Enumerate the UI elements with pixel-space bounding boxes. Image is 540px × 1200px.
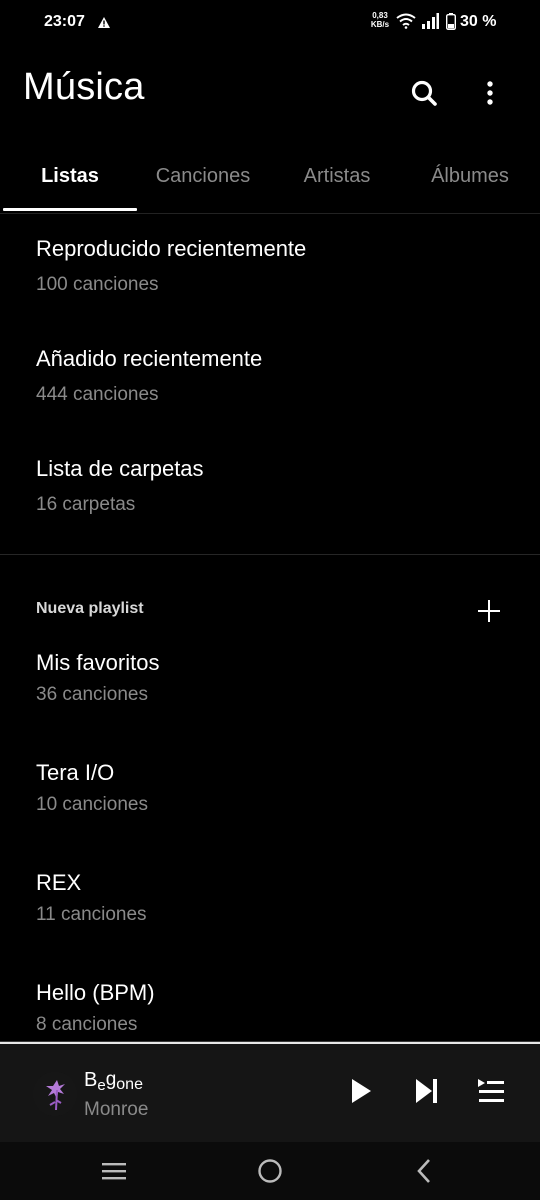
playlist-title: Mis favoritos (36, 650, 160, 675)
status-bar: 23:07 0,83 KB/s 30 % (0, 0, 540, 44)
battery-percent: 30 % (460, 13, 497, 30)
search-button[interactable] (405, 74, 443, 112)
queue-button[interactable] (474, 1074, 508, 1108)
playlist-item-rex[interactable]: REX 11 canciones (36, 870, 496, 926)
now-playing-title: Begone (84, 1069, 143, 1094)
tab-bar: Listas Canciones Artistas Álbumes (0, 140, 540, 214)
mini-player-progress (0, 1042, 540, 1044)
system-nav-bar (0, 1142, 540, 1200)
skip-next-button[interactable] (410, 1074, 444, 1108)
play-button[interactable] (344, 1074, 378, 1108)
list-item-title: Lista de carpetas (36, 456, 204, 481)
list-item-title: Añadido recientemente (36, 346, 263, 371)
more-vert-icon (487, 81, 493, 105)
playlist-item-hello-bpm[interactable]: Hello (BPM) 8 canciones (36, 980, 496, 1036)
section-divider (0, 554, 540, 555)
battery-icon (445, 13, 457, 35)
active-tab-indicator (3, 208, 137, 211)
alert-icon (98, 15, 110, 33)
back-icon (417, 1159, 430, 1183)
tab-artistas[interactable]: Artistas (270, 140, 404, 212)
new-playlist-label[interactable]: Nueva playlist (36, 600, 144, 618)
list-item-count: 16 carpetas (36, 494, 136, 515)
title-part: B (84, 1069, 98, 1091)
queue-icon (478, 1079, 504, 1102)
list-item-recently-played[interactable]: Reproducido recientemente 100 canciones (36, 236, 496, 296)
playlist-count: 36 canciones (36, 684, 148, 705)
list-item-count: 100 canciones (36, 274, 159, 295)
playlist-count: 8 canciones (36, 1014, 138, 1035)
network-speed-unit: KB/s (370, 20, 390, 29)
recent-apps-button[interactable] (94, 1156, 134, 1186)
album-art (33, 1072, 77, 1116)
playlist-count: 10 canciones (36, 794, 148, 815)
list-item-count: 444 canciones (36, 384, 159, 405)
tab-canciones[interactable]: Canciones (137, 140, 269, 212)
skip-next-icon (416, 1079, 437, 1103)
playlist-title: Hello (BPM) (36, 980, 155, 1005)
tab-albumes[interactable]: Álbumes (404, 140, 536, 212)
list-item-recently-added[interactable]: Añadido recientemente 444 canciones (36, 346, 496, 406)
network-speed: 0,83 KB/s (368, 11, 392, 29)
add-playlist-button[interactable] (474, 596, 504, 626)
home-button[interactable] (250, 1156, 290, 1186)
playlist-title: REX (36, 870, 82, 895)
search-icon (411, 80, 437, 106)
wifi-icon (396, 13, 416, 34)
now-playing-artist: Monroe (84, 1099, 149, 1120)
play-icon (352, 1079, 371, 1103)
list-item-title: Reproducido recientemente (36, 236, 307, 261)
playlist-item-tera-io[interactable]: Tera I/O 10 canciones (36, 760, 496, 816)
signal-icon (421, 13, 439, 34)
status-time: 23:07 (44, 13, 85, 30)
recent-apps-icon (102, 1163, 126, 1180)
home-icon (258, 1159, 282, 1183)
mini-player[interactable]: Begone Monroe (0, 1041, 540, 1142)
page-title: Música (23, 66, 145, 108)
tab-listas[interactable]: Listas (3, 140, 137, 212)
title-part: one (116, 1076, 143, 1093)
network-speed-value: 0,83 (372, 11, 388, 20)
plus-icon (478, 600, 500, 622)
title-part: e (97, 1077, 106, 1094)
list-item-folder-list[interactable]: Lista de carpetas 16 carpetas (36, 456, 496, 516)
back-button[interactable] (404, 1156, 444, 1186)
more-options-button[interactable] (474, 74, 506, 112)
playlist-title: Tera I/O (36, 760, 115, 785)
playlist-item-mis-favoritos[interactable]: Mis favoritos 36 canciones (36, 650, 496, 706)
playlist-count: 11 canciones (36, 904, 147, 925)
title-part: g (105, 1069, 117, 1090)
